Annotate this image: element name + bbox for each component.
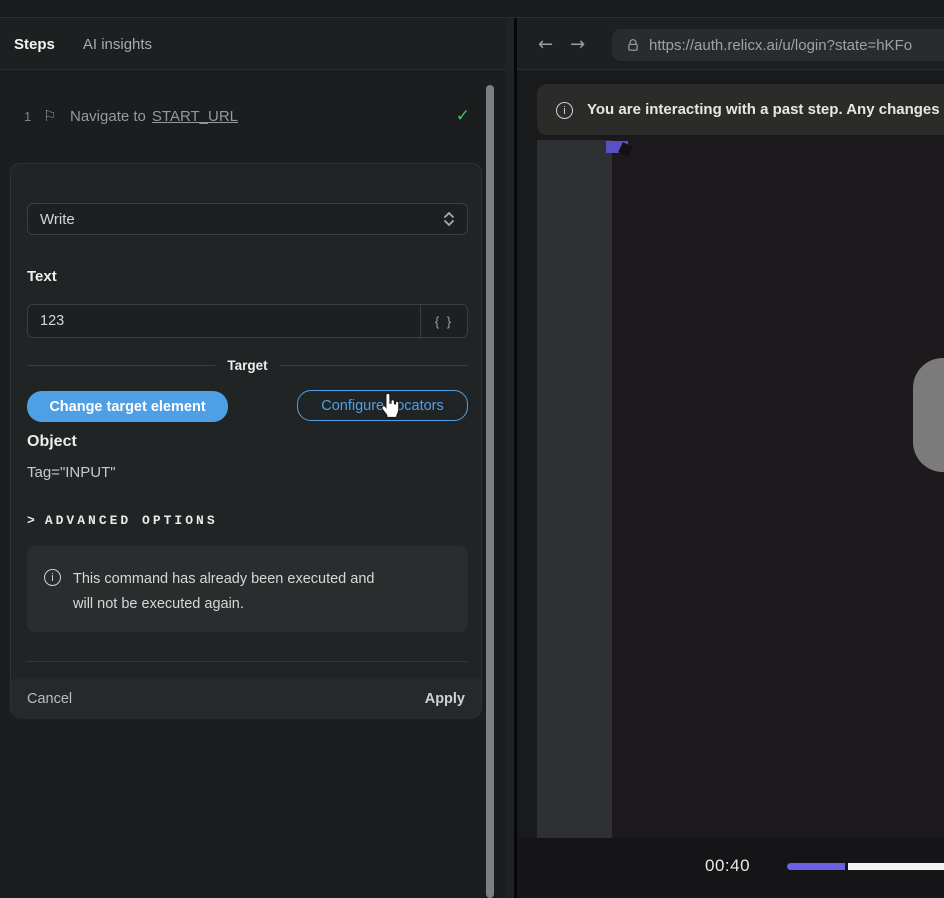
- step-number: 1: [24, 109, 43, 124]
- change-target-element-button[interactable]: Change target element: [27, 391, 228, 422]
- chevron-right-icon: >: [27, 513, 35, 528]
- player-timeline: 00:40: [517, 838, 944, 898]
- configure-locators-button[interactable]: Configure Locators: [297, 390, 468, 421]
- divider-line: [280, 365, 468, 366]
- recorded-page-viewport[interactable]: [537, 140, 944, 838]
- advanced-options-toggle[interactable]: > ADVANCED OPTIONS: [27, 513, 218, 528]
- text-input-group: { }: [27, 304, 468, 338]
- tab-ai-insights[interactable]: AI insights: [83, 36, 152, 53]
- footer-divider: [26, 661, 468, 662]
- left-panel-scrollbar[interactable]: [486, 85, 494, 898]
- text-field-label: Text: [27, 268, 57, 285]
- recorded-page-sidebar: [537, 140, 612, 838]
- step-start-url-link[interactable]: START_URL: [152, 108, 238, 125]
- cancel-button[interactable]: Cancel: [27, 691, 72, 707]
- tab-steps[interactable]: Steps: [14, 36, 55, 53]
- lock-icon: [626, 38, 640, 53]
- floating-handle-pill[interactable]: [913, 358, 944, 472]
- app-root: Steps AI insights 1 ⚐ Navigate to START_…: [0, 0, 944, 898]
- panel-edge-highlight: [506, 18, 514, 898]
- window-top-strip: [0, 0, 944, 18]
- replay-stage: i You are interacting with a past step. …: [517, 70, 944, 898]
- text-input[interactable]: [28, 305, 420, 337]
- info-message: This command has already been executed a…: [73, 567, 385, 632]
- player-progress-bar[interactable]: [787, 863, 944, 870]
- browser-nav: ← →: [538, 18, 585, 70]
- advanced-options-label: ADVANCED OPTIONS: [45, 513, 218, 528]
- object-heading: Object: [27, 433, 77, 451]
- step-success-check-icon: ✓: [456, 106, 470, 126]
- command-select-value: Write: [40, 211, 75, 228]
- select-updown-icon: [443, 211, 455, 227]
- left-panel-tabs: Steps AI insights: [14, 18, 152, 70]
- target-section-header: Target: [27, 358, 468, 373]
- progress-remaining: [848, 863, 944, 870]
- divider-line: [27, 365, 215, 366]
- recorded-page-logo-mark: [618, 142, 633, 157]
- past-step-banner: i You are interacting with a past step. …: [537, 84, 944, 135]
- variable-braces-button[interactable]: { }: [420, 305, 467, 337]
- already-executed-info-box: i This command has already been executed…: [27, 546, 468, 632]
- target-section-label: Target: [227, 358, 267, 373]
- step-label: Navigate to: [70, 108, 146, 125]
- info-icon: i: [44, 569, 61, 586]
- progress-played: [787, 863, 845, 870]
- past-step-banner-text: You are interacting with a past step. An…: [587, 101, 940, 118]
- back-arrow-icon[interactable]: ←: [538, 34, 553, 55]
- command-select[interactable]: Write: [27, 203, 468, 235]
- info-icon: i: [556, 102, 573, 119]
- step-row[interactable]: 1 ⚐ Navigate to START_URL ✓: [24, 103, 470, 129]
- forward-arrow-icon[interactable]: →: [570, 34, 585, 55]
- object-tag-value: Tag="INPUT": [27, 464, 116, 481]
- editor-footer: Cancel Apply: [11, 679, 481, 719]
- url-text: https://auth.relicx.ai/u/login?state=hKF…: [649, 37, 912, 54]
- player-time: 00:40: [705, 856, 750, 876]
- apply-button[interactable]: Apply: [425, 691, 465, 707]
- step-editor-card: Write Text { } Target Change target elem…: [10, 163, 482, 718]
- url-bar[interactable]: https://auth.relicx.ai/u/login?state=hKF…: [612, 29, 944, 61]
- flag-icon: ⚐: [43, 107, 70, 125]
